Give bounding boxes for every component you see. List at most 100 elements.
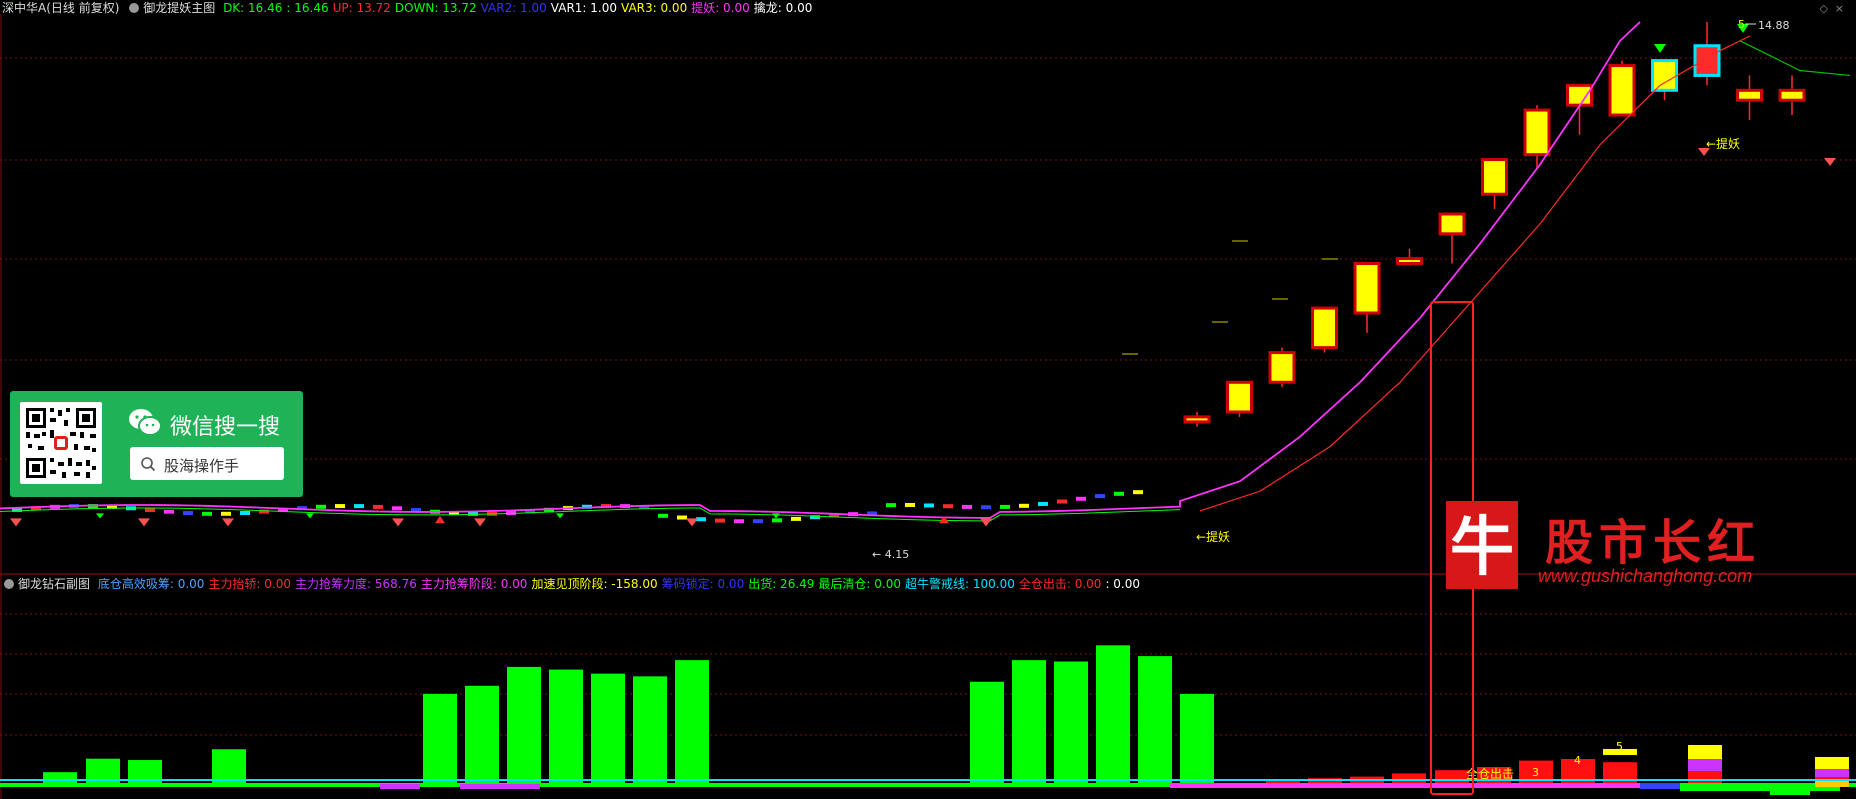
wechat-search-banner: 微信搜一搜 股海操作手 [10, 391, 303, 497]
flat-candle [962, 504, 972, 509]
flat-candle [183, 511, 193, 516]
red-trend-line [1199, 35, 1751, 512]
sub-indicator-value: 主力抬轿: 0.00 [208, 577, 291, 591]
green-volume-bar [675, 660, 709, 783]
flat-candle [791, 516, 801, 521]
green-volume-bar [1138, 656, 1172, 783]
flat-candle [677, 515, 687, 520]
flat-candle [1038, 501, 1048, 506]
flat-candle [221, 511, 231, 516]
flat-candle [1095, 494, 1105, 499]
red-up-arrow [435, 515, 445, 524]
search-icon [141, 457, 156, 472]
base-strip [380, 784, 420, 789]
brand-name: 股市长红 [1545, 515, 1762, 571]
green-volume-bar [970, 681, 1004, 783]
flat-candle [886, 503, 896, 508]
base-strip [1640, 783, 1680, 789]
green-volume-bar [43, 772, 77, 783]
green-down-arrow [96, 513, 104, 519]
flat-candle [1057, 499, 1067, 504]
indicator-toggle-icon[interactable] [129, 3, 140, 13]
sub-indicator-name[interactable]: 御龙钻石副图 [18, 577, 90, 591]
green-volume-bar [1012, 660, 1046, 783]
green-volume-bar [465, 685, 499, 783]
sub-indicator-value: 出货: 26.49 [748, 577, 815, 591]
diamond-icon[interactable]: ◇ [1820, 2, 1828, 15]
main-indicator-header: 深中华A(日线 前复权) 御龙提妖主图 DK: 16.46: 16.46 UP: … [2, 1, 820, 15]
flat-candle [981, 505, 991, 510]
wifi-signal-icon [1824, 158, 1836, 166]
sub-indicator-toggle-icon[interactable] [4, 579, 14, 589]
flat-candle [943, 504, 953, 509]
base-strip [1815, 781, 1849, 787]
candle [1311, 306, 1338, 350]
wifi-signal-icon [686, 518, 698, 527]
green-volume-bar [423, 693, 457, 783]
flat-candle [373, 504, 383, 509]
candle [1736, 88, 1763, 102]
bull-logo-icon: 牛 [1446, 501, 1518, 589]
sub-indicator-value: : 0.00 [1105, 577, 1141, 591]
candle [1566, 83, 1593, 107]
sub-indicator-value: 加速见顶阶段: -158.00 [531, 577, 658, 591]
flat-candle [734, 519, 744, 524]
brand-url: www.gushichanghong.com [1538, 566, 1753, 586]
wechat-icon [129, 409, 162, 436]
green-ma-line [0, 507, 1181, 522]
main-indicator-value: UP: 13.72 [332, 1, 391, 15]
green-down-arrow [1654, 44, 1666, 53]
base-strip [1770, 787, 1810, 795]
candle [1268, 351, 1296, 384]
candle [1353, 261, 1381, 315]
wifi-signal-icon [138, 518, 150, 527]
tiyao-label: ←提妖 [1706, 136, 1740, 151]
sub-indicator-value: 筹码锁定: 0.00 [661, 577, 745, 591]
candle [1523, 108, 1551, 157]
flat-candle [1133, 490, 1143, 495]
tiyao-label: ←提妖 [1196, 529, 1230, 544]
flat-candle [354, 504, 364, 509]
sub-indicator-value: 底仓高效吸筹: 0.00 [97, 577, 205, 591]
green-down-arrow [556, 513, 564, 519]
green-volume-bar [1096, 645, 1130, 783]
candle [1778, 88, 1806, 102]
flat-candle [202, 511, 212, 516]
red-volume-bar [1435, 770, 1469, 783]
candle [1396, 257, 1423, 265]
stock-title: 深中华A(日线 前复权) [2, 1, 120, 15]
wave-number: 3 [1532, 766, 1539, 779]
flat-candle [392, 506, 402, 511]
wave-number: 4 [1574, 754, 1581, 767]
main-indicator-value: VAR1: 1.00 [550, 1, 617, 15]
stacked-bar [1688, 745, 1722, 759]
green-down-arrow [306, 513, 314, 519]
main-indicator-name[interactable]: 御龙提妖主图 [143, 1, 215, 15]
flat-candle [753, 519, 763, 524]
wifi-signal-icon [980, 518, 992, 527]
candle [1608, 64, 1636, 117]
green-volume-bar [1180, 693, 1214, 783]
sub-indicator-value: 最后清仓: 0.00 [818, 577, 901, 591]
main-indicator-value: 擒龙: 0.00 [753, 1, 813, 15]
flat-candle [1019, 503, 1029, 508]
wifi-signal-icon [222, 518, 234, 527]
candle [1226, 380, 1253, 414]
stacked-bar [1688, 759, 1722, 771]
candle [1693, 44, 1721, 77]
main-indicator-value: VAR2: 1.00 [480, 1, 547, 15]
green-volume-bar [212, 749, 246, 783]
wave-number: 5 [1616, 740, 1623, 753]
high-price-label: 14.88 [1758, 19, 1790, 32]
main-indicator-value: : 16.46 [286, 1, 329, 15]
base-strip [460, 784, 540, 789]
flat-candle [715, 518, 725, 523]
wechat-search-box[interactable]: 股海操作手 [130, 447, 284, 480]
green-volume-bar [549, 669, 583, 783]
close-icon[interactable]: × [1835, 2, 1844, 15]
flat-candle [145, 507, 155, 512]
red-volume-bar [1392, 773, 1426, 783]
wifi-signal-icon [474, 518, 486, 527]
flat-candle [658, 513, 668, 518]
flat-candle [905, 503, 915, 508]
